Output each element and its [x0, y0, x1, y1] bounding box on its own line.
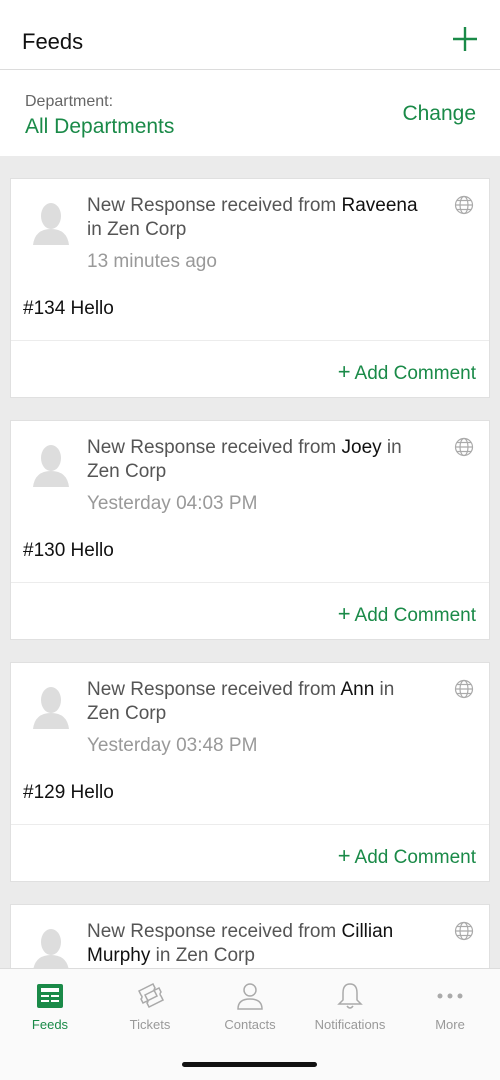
feeds-icon	[37, 984, 63, 1008]
sender-name: Ann	[340, 679, 375, 700]
globe-icon	[454, 679, 474, 699]
feed-card[interactable]: New Response received from Joey in Zen C…	[11, 421, 489, 639]
feed-card[interactable]: New Response received from Ann in Zen Co…	[11, 663, 489, 881]
plus-icon: +	[337, 601, 351, 626]
add-comment-button[interactable]: + Add Comment	[338, 359, 476, 385]
feed-list[interactable]: New Response received from Raveena in Ze…	[0, 156, 500, 968]
avatar-icon	[33, 929, 69, 968]
tab-contacts[interactable]: Contacts	[200, 977, 300, 1037]
department-label: Department:	[25, 93, 114, 110]
feed-card[interactable]: New Response received from Raveena in Ze…	[11, 179, 489, 397]
feed-time: Yesterday 04:03 PM	[87, 493, 258, 514]
globe-icon	[454, 437, 474, 457]
sender-name: Raveena	[341, 195, 418, 216]
contacts-icon	[237, 983, 263, 1010]
feed-time: Yesterday 03:48 PM	[87, 735, 258, 756]
tab-feeds[interactable]: Feeds	[0, 977, 100, 1037]
tab-label: Contacts	[224, 1017, 276, 1032]
plus-icon: +	[337, 359, 351, 384]
plus-icon[interactable]	[452, 26, 478, 52]
avatar-icon	[33, 203, 69, 245]
feed-card[interactable]: New Response received from Cillian Murph…	[11, 905, 489, 968]
feed-body: #129 Hello	[23, 782, 114, 803]
department-selector: Department: All Departments Change	[0, 70, 500, 156]
home-indicator[interactable]	[182, 1062, 317, 1067]
tab-tickets[interactable]: Tickets	[100, 977, 200, 1037]
sender-name: Joey	[341, 437, 382, 458]
tab-label: Tickets	[129, 1017, 171, 1032]
avatar-icon	[33, 687, 69, 729]
feed-message: New Response received from Raveena in Ze…	[87, 195, 418, 240]
bell-icon	[337, 983, 363, 1009]
tab-label: More	[435, 1017, 465, 1032]
tickets-icon	[137, 982, 165, 1009]
feed-body: #134 Hello	[23, 298, 114, 319]
divider	[11, 824, 489, 825]
page-title: Feeds	[22, 29, 84, 54]
avatar-icon	[33, 445, 69, 487]
feed-message: New Response received from Cillian Murph…	[87, 921, 394, 966]
top-bar: Feeds	[0, 0, 500, 70]
department-value: All Departments	[25, 115, 175, 138]
change-department-button[interactable]: Change	[402, 102, 476, 126]
globe-icon	[454, 921, 474, 941]
feed-time: 13 minutes ago	[87, 251, 217, 272]
divider	[11, 582, 489, 583]
feed-message: New Response received from Joey in Zen C…	[87, 437, 402, 482]
plus-icon: +	[337, 843, 351, 868]
feed-message: New Response received from Ann in Zen Co…	[87, 679, 395, 724]
globe-icon	[454, 195, 474, 215]
divider	[11, 340, 489, 341]
more-icon	[437, 993, 463, 999]
tab-label: Notifications	[314, 1017, 386, 1032]
tab-more[interactable]: More	[400, 977, 500, 1037]
tab-label: Feeds	[31, 1017, 69, 1032]
feed-body: #130 Hello	[23, 540, 114, 561]
add-comment-button[interactable]: + Add Comment	[338, 843, 476, 869]
add-comment-button[interactable]: + Add Comment	[338, 601, 476, 627]
tab-notifications[interactable]: Notifications	[300, 977, 400, 1037]
